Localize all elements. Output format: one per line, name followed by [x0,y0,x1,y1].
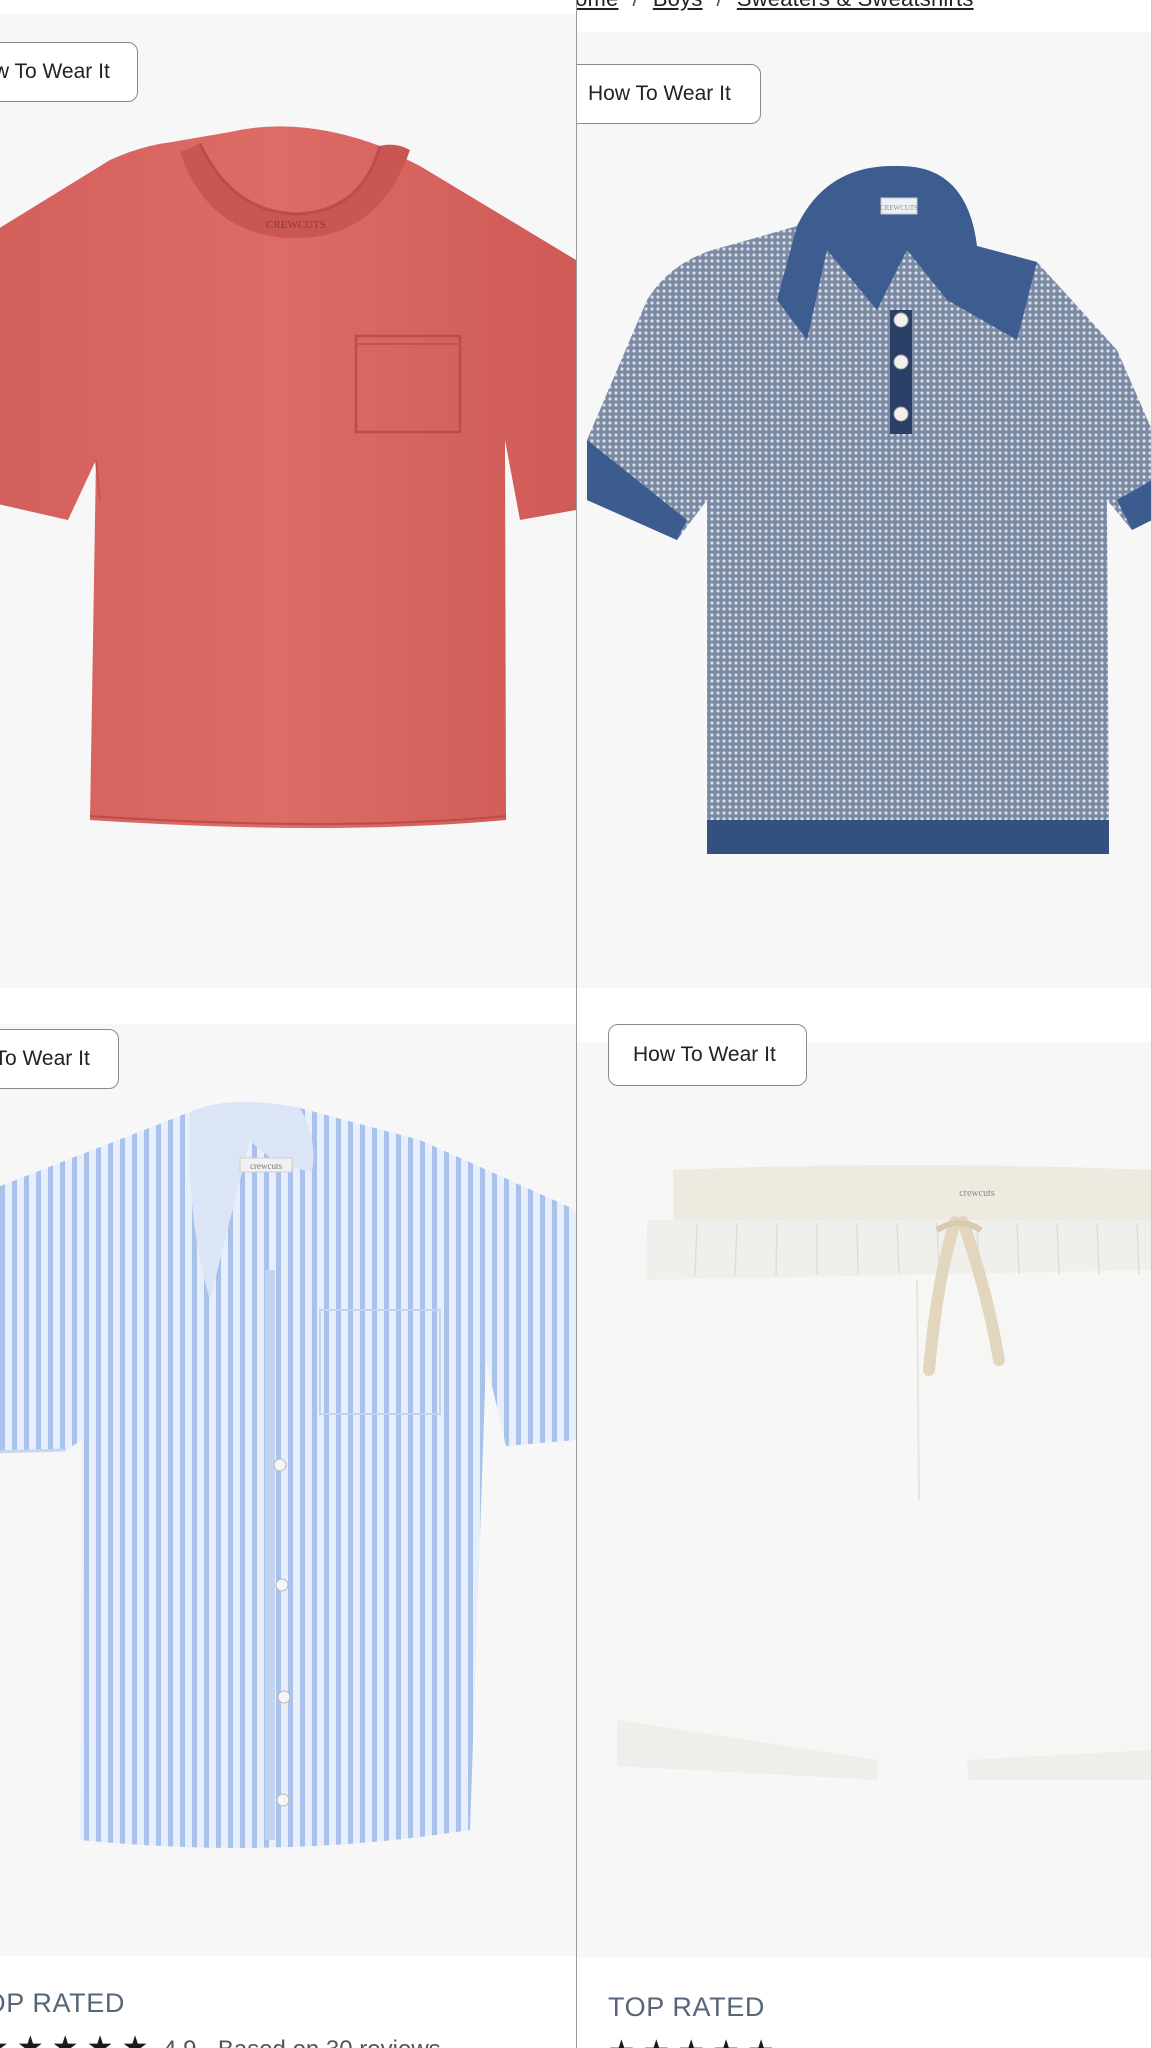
left-pane: How To Wear It CREWCUTS How To Wear It [0,0,576,2048]
rating-stars: ★★★★★ [608,2035,782,2048]
brand-label: crewcuts [959,1188,995,1199]
how-to-wear-button[interactable]: How To Wear It [577,64,761,124]
rating-stars: ★★★★★ [0,2031,157,2048]
white-pull-on-shorts-image[interactable]: crewcuts [577,1160,1152,1780]
right-pane: Home/Boys/Sweaters & Sweatshirts How To … [577,0,1152,2048]
top-rated-badge: TOP RATED [608,1992,765,2022]
red-pocket-tee-image[interactable]: CREWCUTS [0,120,576,840]
brand-label: CREWCUTS [266,219,326,231]
how-to-wear-button[interactable]: How To Wear It [608,1024,807,1086]
brand-label: crewcuts [250,1161,282,1171]
blue-seersucker-shirt-image[interactable]: crewcuts [0,1100,576,1860]
rating-text: 4.9 · Based on 30 reviews [163,2036,441,2048]
how-to-wear-button[interactable]: How To Wear It [0,42,138,102]
top-rated-badge: TOP RATED [0,1988,125,2018]
rating-summary: ★★★★★ [608,2034,782,2048]
breadcrumb-boys[interactable]: Boys [653,0,703,11]
how-to-wear-button[interactable]: How To Wear It [0,1029,119,1089]
rating-summary: ★★★★★ 4.9 · Based on 30 reviews [0,2030,441,2048]
breadcrumb: Home/Boys/Sweaters & Sweatshirts [577,0,974,12]
breadcrumb-category[interactable]: Sweaters & Sweatshirts [737,0,974,11]
brand-label: CREWCUTS [880,204,918,212]
navy-knit-polo-image[interactable]: CREWCUTS [577,150,1152,870]
breadcrumb-home[interactable]: Home [577,0,619,11]
